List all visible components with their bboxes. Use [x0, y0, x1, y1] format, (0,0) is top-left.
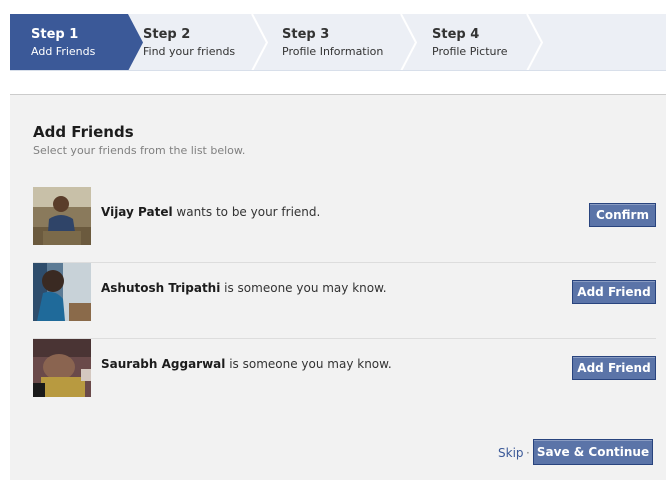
add-friend-button[interactable]: Add Friend [572, 356, 656, 380]
footer-separator: · [526, 446, 530, 460]
step-2-separator [251, 14, 269, 70]
step-3-separator [400, 14, 418, 70]
avatar[interactable] [33, 187, 91, 245]
person-name[interactable]: Vijay Patel [101, 205, 173, 219]
step-4-number: Step 4 [432, 27, 480, 42]
suggestion-text: Ashutosh Tripathi is someone you may kno… [101, 281, 387, 295]
suggestion-message: is someone you may know. [220, 281, 387, 295]
suggestion-message: is someone you may know. [225, 357, 392, 371]
step-2-number: Step 2 [143, 27, 191, 42]
add-friend-button[interactable]: Add Friend [572, 280, 656, 304]
save-continue-button[interactable]: Save & Continue [533, 439, 653, 465]
list-item: Vijay Patel wants to be your friend. Con… [33, 187, 656, 263]
step-3[interactable]: Step 3 Profile Information [282, 14, 397, 70]
step-1[interactable]: Step 1 Add Friends [10, 14, 128, 70]
step-2[interactable]: Step 2 Find your friends [143, 14, 253, 70]
step-3-number: Step 3 [282, 27, 330, 42]
skip-link[interactable]: Skip [498, 446, 524, 460]
request-message: wants to be your friend. [172, 205, 321, 219]
section-title: Add Friends [33, 123, 134, 141]
step-4[interactable]: Step 4 Profile Picture [432, 14, 532, 70]
request-text: Vijay Patel wants to be your friend. [101, 205, 320, 219]
list-item: Ashutosh Tripathi is someone you may kno… [33, 263, 656, 339]
list-item: Saurabh Aggarwal is someone you may know… [33, 339, 656, 415]
person-name[interactable]: Ashutosh Tripathi [101, 281, 220, 295]
confirm-button[interactable]: Confirm [589, 203, 656, 227]
section-subtitle: Select your friends from the list below. [33, 144, 246, 157]
step-1-number: Step 1 [31, 27, 79, 42]
suggestion-text: Saurabh Aggarwal is someone you may know… [101, 357, 392, 371]
step-4-label: Profile Picture [432, 45, 508, 58]
add-friends-panel: Add Friends Select your friends from the… [10, 94, 666, 480]
avatar[interactable] [33, 339, 91, 397]
step-3-label: Profile Information [282, 45, 384, 58]
step-1-label: Add Friends [31, 45, 96, 58]
person-name[interactable]: Saurabh Aggarwal [101, 357, 225, 371]
step-2-label: Find your friends [143, 45, 236, 58]
signup-steps: Step 1 Add Friends Step 2 Find your frie… [10, 14, 666, 71]
avatar[interactable] [33, 263, 91, 321]
